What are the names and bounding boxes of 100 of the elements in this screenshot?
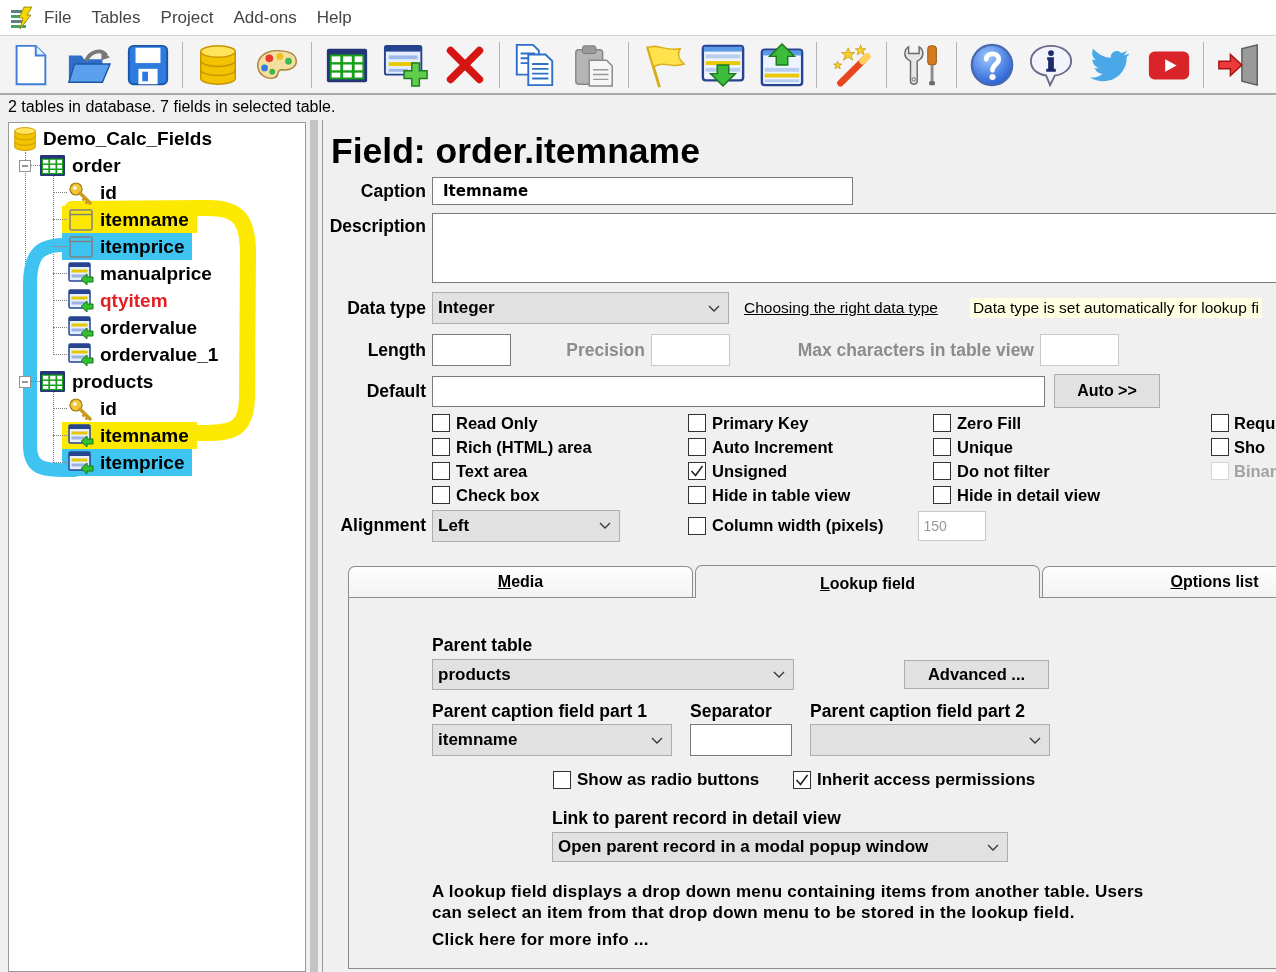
app-logo-icon bbox=[10, 5, 34, 30]
checkbox[interactable] bbox=[1211, 414, 1229, 432]
list-arrow-icon bbox=[68, 288, 94, 313]
field-label: Caption bbox=[359, 180, 426, 202]
checkbox-label: Inherit access permissions bbox=[817, 770, 1036, 790]
collapse-toggle-icon[interactable] bbox=[19, 159, 31, 172]
checkbox-label: Zero Fill bbox=[957, 413, 1022, 433]
checkbox-label: Do not filter bbox=[957, 461, 1050, 481]
dropdown[interactable]: Left bbox=[432, 509, 620, 542]
field-title: Field: order.itemname bbox=[331, 132, 701, 170]
tree-item[interactable]: ordervalue bbox=[100, 316, 198, 339]
checkbox-label: Unique bbox=[957, 437, 1013, 457]
tree-item[interactable]: itemname bbox=[100, 208, 189, 231]
checkmark-icon bbox=[795, 773, 809, 787]
help-link[interactable]: Choosing the right data type bbox=[744, 299, 938, 317]
tab[interactable]: Media bbox=[348, 566, 693, 597]
checkbox[interactable] bbox=[933, 414, 951, 432]
tree-item[interactable]: itemprice bbox=[100, 235, 185, 258]
checkbox-label: Show as radio buttons bbox=[577, 770, 760, 790]
checkbox[interactable] bbox=[688, 438, 706, 456]
checkbox[interactable] bbox=[432, 462, 450, 480]
tree-item[interactable]: manualprice bbox=[100, 262, 212, 285]
checkbox[interactable] bbox=[933, 438, 951, 456]
database-icon bbox=[14, 126, 36, 151]
list-arrow-icon bbox=[68, 315, 94, 340]
checkbox-label: Text area bbox=[456, 461, 528, 481]
checkbox-label: Auto Increment bbox=[712, 437, 833, 457]
dropdown[interactable]: Integer bbox=[432, 292, 729, 324]
collapse-toggle-icon[interactable] bbox=[19, 375, 31, 388]
field-label: Parent caption field part 2 bbox=[810, 701, 1026, 721]
square-outline-icon bbox=[68, 234, 94, 259]
checkbox[interactable] bbox=[688, 462, 706, 480]
table-icon bbox=[40, 371, 65, 392]
checkbox-label: Primary Key bbox=[712, 413, 809, 433]
menu-item[interactable]: File bbox=[34, 7, 82, 28]
menu-item[interactable]: Tables bbox=[81, 7, 151, 28]
checkbox[interactable] bbox=[688, 414, 706, 432]
chevron-down-icon bbox=[1029, 736, 1041, 744]
list-up-arrow-icon[interactable] bbox=[758, 41, 805, 88]
checkbox[interactable] bbox=[688, 486, 706, 504]
checkbox-label: Hide in table view bbox=[712, 485, 851, 505]
checkbox[interactable] bbox=[1211, 438, 1229, 456]
field-label: Parent caption field part 1 bbox=[432, 701, 648, 721]
menu-item[interactable]: Project bbox=[150, 7, 224, 28]
description-field[interactable] bbox=[432, 213, 1276, 283]
more-info-link[interactable]: Click here for more info ... bbox=[432, 930, 649, 950]
key-icon bbox=[68, 396, 94, 421]
chevron-down-icon bbox=[651, 736, 663, 744]
caption-field[interactable]: Itemname bbox=[432, 177, 853, 205]
tree-item[interactable]: ordervalue_1 bbox=[100, 343, 219, 366]
list-arrow-icon bbox=[68, 261, 94, 286]
square-outline-icon bbox=[68, 207, 94, 232]
tree-item[interactable]: id bbox=[100, 397, 117, 420]
advanced-button[interactable]: Advanced ... bbox=[904, 660, 1049, 689]
tree-item[interactable]: order bbox=[72, 154, 121, 177]
checkbox[interactable] bbox=[793, 771, 811, 789]
tab[interactable]: Options list bbox=[1042, 566, 1276, 597]
checkbox[interactable] bbox=[432, 486, 450, 504]
menu-item[interactable]: Add-ons bbox=[223, 7, 307, 28]
tree-item[interactable]: itemprice bbox=[100, 451, 185, 474]
auto-button[interactable]: Auto >> bbox=[1054, 374, 1160, 408]
tree-item[interactable]: Demo_Calc_Fields bbox=[43, 127, 212, 150]
dropdown[interactable]: products bbox=[432, 659, 794, 690]
tree-item[interactable]: products bbox=[72, 370, 154, 393]
tab[interactable]: Lookup field bbox=[695, 565, 1040, 598]
number-field[interactable] bbox=[432, 334, 511, 366]
checkbox[interactable] bbox=[432, 414, 450, 432]
checkmark-icon bbox=[690, 464, 704, 478]
default-field[interactable] bbox=[432, 375, 1045, 407]
tree-item[interactable]: itemname bbox=[100, 424, 189, 447]
field-label: Description bbox=[328, 215, 426, 237]
checkbox[interactable] bbox=[933, 462, 951, 480]
tree-item[interactable]: id bbox=[100, 181, 117, 204]
field-label: Max characters in table view bbox=[796, 339, 1034, 361]
help-icon[interactable] bbox=[968, 41, 1015, 88]
field-label: Length bbox=[366, 339, 426, 361]
key-icon bbox=[68, 180, 94, 205]
list-arrow-icon bbox=[68, 450, 94, 475]
separator-field[interactable] bbox=[690, 724, 792, 756]
chevron-down-icon bbox=[987, 843, 999, 851]
status-text: 2 tables in database. 7 fields in selected table. bbox=[7, 97, 337, 117]
chevron-down-icon bbox=[773, 671, 785, 678]
checkbox[interactable] bbox=[553, 771, 571, 789]
checkbox-label: Check box bbox=[456, 485, 540, 505]
chevron-down-icon bbox=[708, 304, 720, 312]
dropdown[interactable]: itemname bbox=[432, 724, 672, 756]
lookup-description: A lookup field displays a drop down menu containing items from another table. Users can select an item from that drop down menu to be stored in the lookup field. bbox=[432, 881, 1145, 923]
checkbox[interactable] bbox=[933, 486, 951, 504]
checkbox-label: Requ bbox=[1234, 413, 1276, 433]
field-label: Precision bbox=[565, 339, 645, 361]
tree-item[interactable]: qtyitem bbox=[100, 289, 168, 312]
table-icon bbox=[40, 155, 65, 176]
chevron-down-icon bbox=[599, 522, 611, 529]
checkbox-label: Hide in detail view bbox=[957, 485, 1101, 505]
dropdown[interactable]: Open parent record in a modal popup window bbox=[552, 832, 1008, 862]
checkbox-label: Rich (HTML) area bbox=[456, 437, 592, 457]
menu-item[interactable]: Help bbox=[306, 7, 362, 28]
checkbox[interactable] bbox=[432, 438, 450, 456]
checkbox[interactable] bbox=[688, 516, 706, 535]
hint-text: Data type is set automatically for lookup fi bbox=[969, 298, 1262, 318]
